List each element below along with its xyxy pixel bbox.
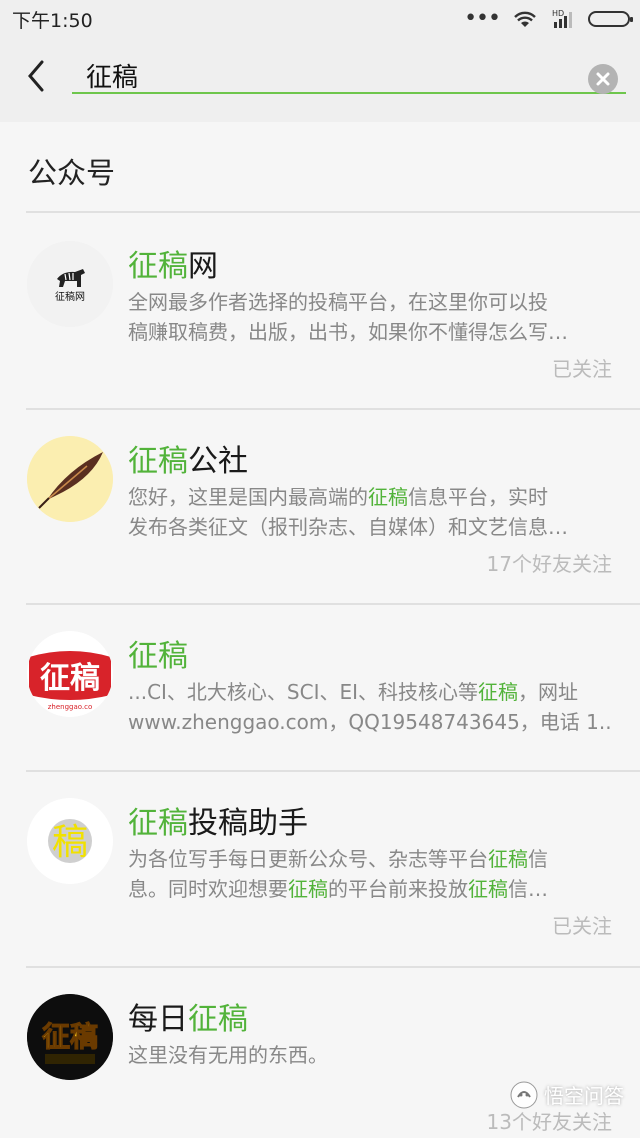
follow-status: 已关注 (552, 357, 612, 381)
result-title-rest: 网 (188, 249, 218, 284)
result-description: 这里没有无用的东西。 (128, 1040, 614, 1070)
result-title-highlight: 征稿 (128, 249, 188, 284)
follow-status: 17个好友关注 (486, 552, 612, 576)
description-line: 发布各类征文（报刊杂志、自媒体）和文艺信息… (128, 515, 568, 539)
result-title-rest: 投稿助手 (188, 806, 308, 841)
result-title: 征稿公社 (128, 436, 248, 480)
follow-status: 已关注 (552, 914, 612, 938)
status-icons: ••• HD (464, 6, 633, 31)
result-title: 征稿网 (128, 241, 218, 285)
avatar: 征稿 zhenggao.co (27, 631, 113, 717)
description-line: ...CI、北大核心、SCI、EI、科技核心等征稿，网址 (128, 680, 579, 704)
result-description: 您好，这里是国内最高端的征稿信息平台，实时 发布各类征文（报刊杂志、自媒体）和文… (128, 482, 614, 542)
description-line: 息。同时欢迎想要征稿的平台前来投放征稿信… (128, 877, 548, 901)
result-item-zhenggao-gongshe[interactable]: 征稿公社 您好，这里是国内最高端的征稿信息平台，实时 发布各类征文（报刊杂志、自… (0, 408, 640, 602)
result-title: 征稿 (128, 631, 188, 675)
result-item-zhenggao-tougao-zhushou[interactable]: 稿 征稿投稿助手 为各位写手每日更新公众号、杂志等平台征稿信 息。同时欢迎想要征… (0, 770, 640, 964)
clear-search-button[interactable] (588, 64, 618, 94)
signal-icon: HD (552, 9, 572, 28)
zebra-logo-icon: 征稿网 (27, 241, 113, 327)
avatar-label: 稿 (52, 822, 88, 863)
watermark: 悟空问答 (510, 1080, 624, 1109)
battery-icon (588, 11, 633, 27)
result-item-meiri-zhenggao[interactable]: 征稿 每日征稿 这里没有无用的东西。 13个好友关注 (0, 966, 640, 1138)
search-bar (0, 36, 640, 122)
avatar (27, 436, 113, 522)
avatar: 征稿网 (27, 241, 113, 327)
search-underline (72, 92, 626, 94)
status-bar: 下午1:50 ••• HD (0, 0, 640, 36)
description-line: 全网最多作者选择的投稿平台，在这里你可以投 (128, 290, 548, 314)
result-item-zhenggao-wang[interactable]: 征稿网 征稿网 全网最多作者选择的投稿平台，在这里你可以投 稿赚取稿费，出版，出… (0, 213, 640, 407)
status-time: 下午1:50 (12, 10, 93, 32)
description-line: 为各位写手每日更新公众号、杂志等平台征稿信 (128, 847, 548, 871)
close-icon (596, 72, 610, 86)
avatar-label: 征稿网 (55, 290, 85, 303)
result-item-zhenggao[interactable]: 征稿 zhenggao.co 征稿 ...CI、北大核心、SCI、EI、科技核心… (0, 603, 640, 797)
search-input[interactable] (86, 60, 566, 90)
wukong-logo-icon (510, 1081, 538, 1108)
more-dots-icon: ••• (464, 6, 501, 31)
feather-quill-icon (27, 436, 113, 522)
back-arrow-icon (28, 60, 44, 92)
section-title: 公众号 (28, 156, 116, 190)
result-title-rest: 公社 (188, 444, 248, 479)
result-title-highlight: 征稿 (128, 444, 188, 479)
result-title: 征稿投稿助手 (128, 798, 308, 842)
result-description: 为各位写手每日更新公众号、杂志等平台征稿信 息。同时欢迎想要征稿的平台前来投放征… (128, 844, 614, 904)
result-title-highlight: 征稿 (128, 639, 188, 674)
result-title-rest: 每日 (128, 1002, 188, 1037)
result-title-highlight: 征稿 (128, 806, 188, 841)
description-line: 这里没有无用的东西。 (128, 1043, 328, 1067)
result-description: 全网最多作者选择的投稿平台，在这里你可以投 稿赚取稿费，出版，出书，如果你不懂得… (128, 287, 614, 347)
zhenggao-logo-icon: 征稿 zhenggao.co (27, 631, 113, 717)
avatar-label: 征稿 (42, 1020, 98, 1053)
result-description: ...CI、北大核心、SCI、EI、科技核心等征稿，网址 www.zhengga… (128, 677, 614, 737)
avatar: 稿 (27, 798, 113, 884)
result-title: 每日征稿 (128, 994, 248, 1038)
back-button[interactable] (18, 56, 58, 96)
description-line: www.zhenggao.com，QQ19548743645，电话 1.. (128, 710, 612, 734)
description-line: 稿赚取稿费，出版，出书，如果你不懂得怎么写… (128, 320, 568, 344)
meiri-zhenggao-logo-icon: 征稿 (27, 994, 113, 1080)
watermark-text: 悟空问答 (544, 1084, 624, 1108)
wifi-icon (514, 11, 536, 27)
description-line: 您好，这里是国内最高端的征稿信息平台，实时 (128, 485, 548, 509)
follow-status: 13个好友关注 (486, 1110, 612, 1134)
result-title-highlight: 征稿 (188, 1002, 248, 1037)
avatar-label: 征稿 (40, 661, 100, 696)
network-type-label: HD (552, 9, 564, 18)
avatar: 征稿 (27, 994, 113, 1080)
avatar-sub-label: zhenggao.co (48, 703, 93, 711)
gao-character-icon: 稿 (27, 798, 113, 884)
